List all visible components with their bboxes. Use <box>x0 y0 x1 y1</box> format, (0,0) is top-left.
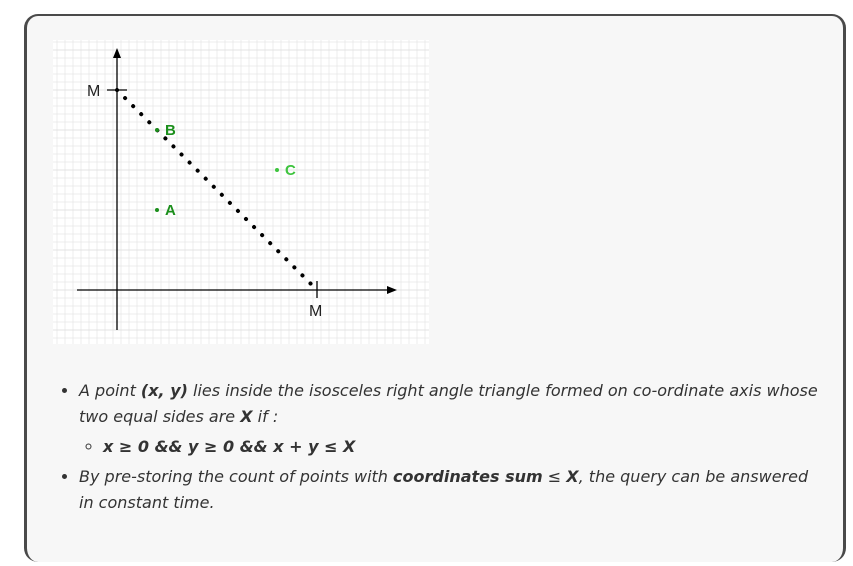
notes: A point (x, y) lies inside the isosceles… <box>55 378 825 520</box>
note2-text-pre: By pre-storing the count of points with <box>79 467 394 486</box>
note2-bold-X: X <box>566 467 579 486</box>
y-axis-label: M <box>87 83 100 100</box>
note2-leq-symbol: ≤ <box>542 467 567 486</box>
notes-sublist: x ≥ 0 && y ≥ 0 && x + y ≤ X <box>79 434 825 460</box>
note2-bold-coordinates-sum: coordinates sum <box>393 467 543 486</box>
notes-list: A point (x, y) lies inside the isosceles… <box>55 378 825 516</box>
note-subitem-condition: x ≥ 0 && y ≥ 0 && x + y ≤ X <box>103 434 825 460</box>
point-c-label: C <box>285 162 296 179</box>
diagram-svg: M M B C A <box>53 40 429 344</box>
condition-text: x ≥ 0 && y ≥ 0 && x + y ≤ X <box>103 437 356 456</box>
x-axis-label: M <box>309 303 322 320</box>
content-card: M M B C A A point (x, y) lies inside the i… <box>24 14 846 562</box>
point-a-marker <box>155 208 159 212</box>
note-item-2: By pre-storing the count of points with … <box>79 464 825 516</box>
note-item-1: A point (x, y) lies inside the isosceles… <box>79 378 825 460</box>
note1-bold-point: (x, y) <box>140 381 188 400</box>
note1-text-pre: A point <box>79 381 141 400</box>
point-b-label: B <box>165 122 176 139</box>
point-b-marker <box>155 128 159 132</box>
note1-text-post: if : <box>252 407 279 426</box>
point-c-marker <box>275 168 279 172</box>
point-a-label: A <box>165 202 176 219</box>
note1-text-mid: lies inside the isosceles right angle tr… <box>79 381 818 426</box>
triangle-diagram: M M B C A <box>53 40 429 344</box>
note1-bold-X: X <box>240 407 253 426</box>
